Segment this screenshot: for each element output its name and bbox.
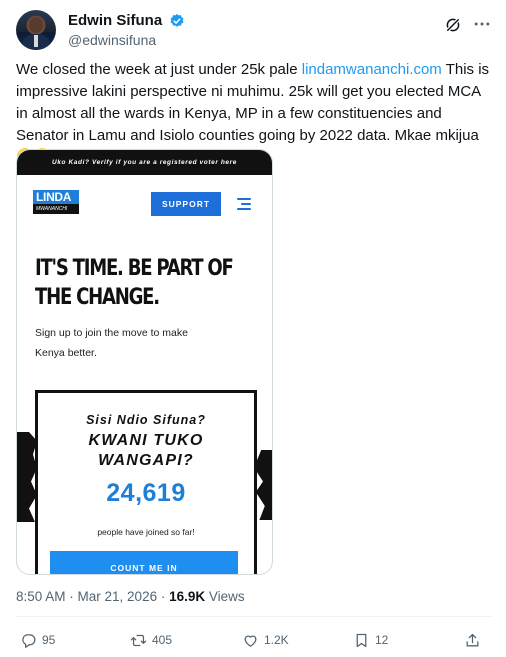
card-heading: KWANI TUKO WANGAPI?	[38, 431, 254, 471]
tweet-media-image[interactable]: Uko Kadi? Verify if you are a registered…	[16, 149, 273, 575]
media-support-button: SUPPORT	[151, 192, 221, 216]
views-label: Views	[205, 589, 245, 604]
media-headline: IT'S TIME. BE PART OF THE CHANGE.	[35, 254, 234, 312]
media-count-me-button: COUNT ME IN	[50, 551, 238, 574]
tweet-actions: 95 405 1.2K 12	[16, 628, 492, 652]
share-icon	[466, 633, 479, 646]
tweet-meta: 8:50 AM · Mar 21, 2026 · 16.9K Views	[16, 588, 245, 606]
like-count: 1.2K	[264, 633, 289, 647]
share-button[interactable]	[464, 628, 486, 652]
tweet-time[interactable]: 8:50 AM	[16, 589, 66, 604]
linda-mwananchi-logo: LINDA MWANANCHI	[33, 190, 79, 214]
media-headline-line1: IT'S TIME. BE PART OF	[35, 256, 234, 281]
repost-button[interactable]: 405	[130, 628, 172, 652]
meta-separator: ·	[65, 589, 78, 604]
meta-separator: ·	[157, 589, 170, 604]
card-line1: Sisi Ndio Sifuna?	[86, 413, 206, 427]
repost-icon	[130, 634, 147, 646]
card-line3: WANGAPI?	[98, 452, 194, 469]
repost-count: 405	[152, 633, 173, 647]
more-icon[interactable]	[472, 14, 492, 34]
media-promo-bar: Uko Kadi? Verify if you are a registered…	[17, 150, 272, 175]
media-menu-icon	[237, 198, 251, 210]
media-counter-card: Sisi Ndio Sifuna? KWANI TUKO WANGAPI? 24…	[35, 390, 257, 574]
reply-button[interactable]: 95	[20, 628, 55, 652]
card-line2: KWANI TUKO	[88, 432, 204, 449]
verified-badge-icon	[170, 14, 184, 27]
bookmark-icon	[356, 633, 367, 647]
supporter-count: 24,619	[106, 479, 186, 507]
media-subline: Sign up to join the move to make Kenya b…	[35, 323, 235, 363]
tweet-header: Edwin Sifuna @edwinsifuna	[16, 10, 492, 50]
grok-icon[interactable]	[444, 16, 462, 34]
ink-splash-left	[17, 432, 37, 522]
views-count: 16.9K	[169, 589, 206, 604]
tweet-date[interactable]: Mar 21, 2026	[78, 589, 158, 604]
logo-bottom-text: MWANANCHI	[33, 204, 79, 214]
media-subline-line2: Kenya better.	[35, 347, 97, 359]
author-handle[interactable]: @edwinsifuna	[68, 31, 185, 49]
tweet-text-part1: We closed the week at just under 25k pal…	[16, 61, 302, 78]
like-icon	[244, 635, 257, 647]
like-button[interactable]: 1.2K	[242, 628, 289, 652]
logo-top-text: LINDA	[33, 190, 79, 204]
reply-count: 95	[42, 633, 56, 647]
avatar[interactable]	[16, 10, 56, 50]
author-display-name[interactable]: Edwin Sifuna	[68, 12, 162, 30]
reply-icon	[22, 633, 36, 648]
joined-text: people have joined so far!	[97, 527, 195, 537]
media-subline-line1: Sign up to join the move to make	[35, 327, 188, 339]
tweet-link[interactable]: lindamwananchi.com	[302, 61, 442, 78]
bookmark-button[interactable]: 12	[353, 628, 388, 652]
author-block: Edwin Sifuna @edwinsifuna	[68, 12, 185, 49]
divider	[16, 616, 492, 617]
media-headline-line2: THE CHANGE.	[35, 285, 160, 310]
bookmark-count: 12	[375, 633, 389, 647]
